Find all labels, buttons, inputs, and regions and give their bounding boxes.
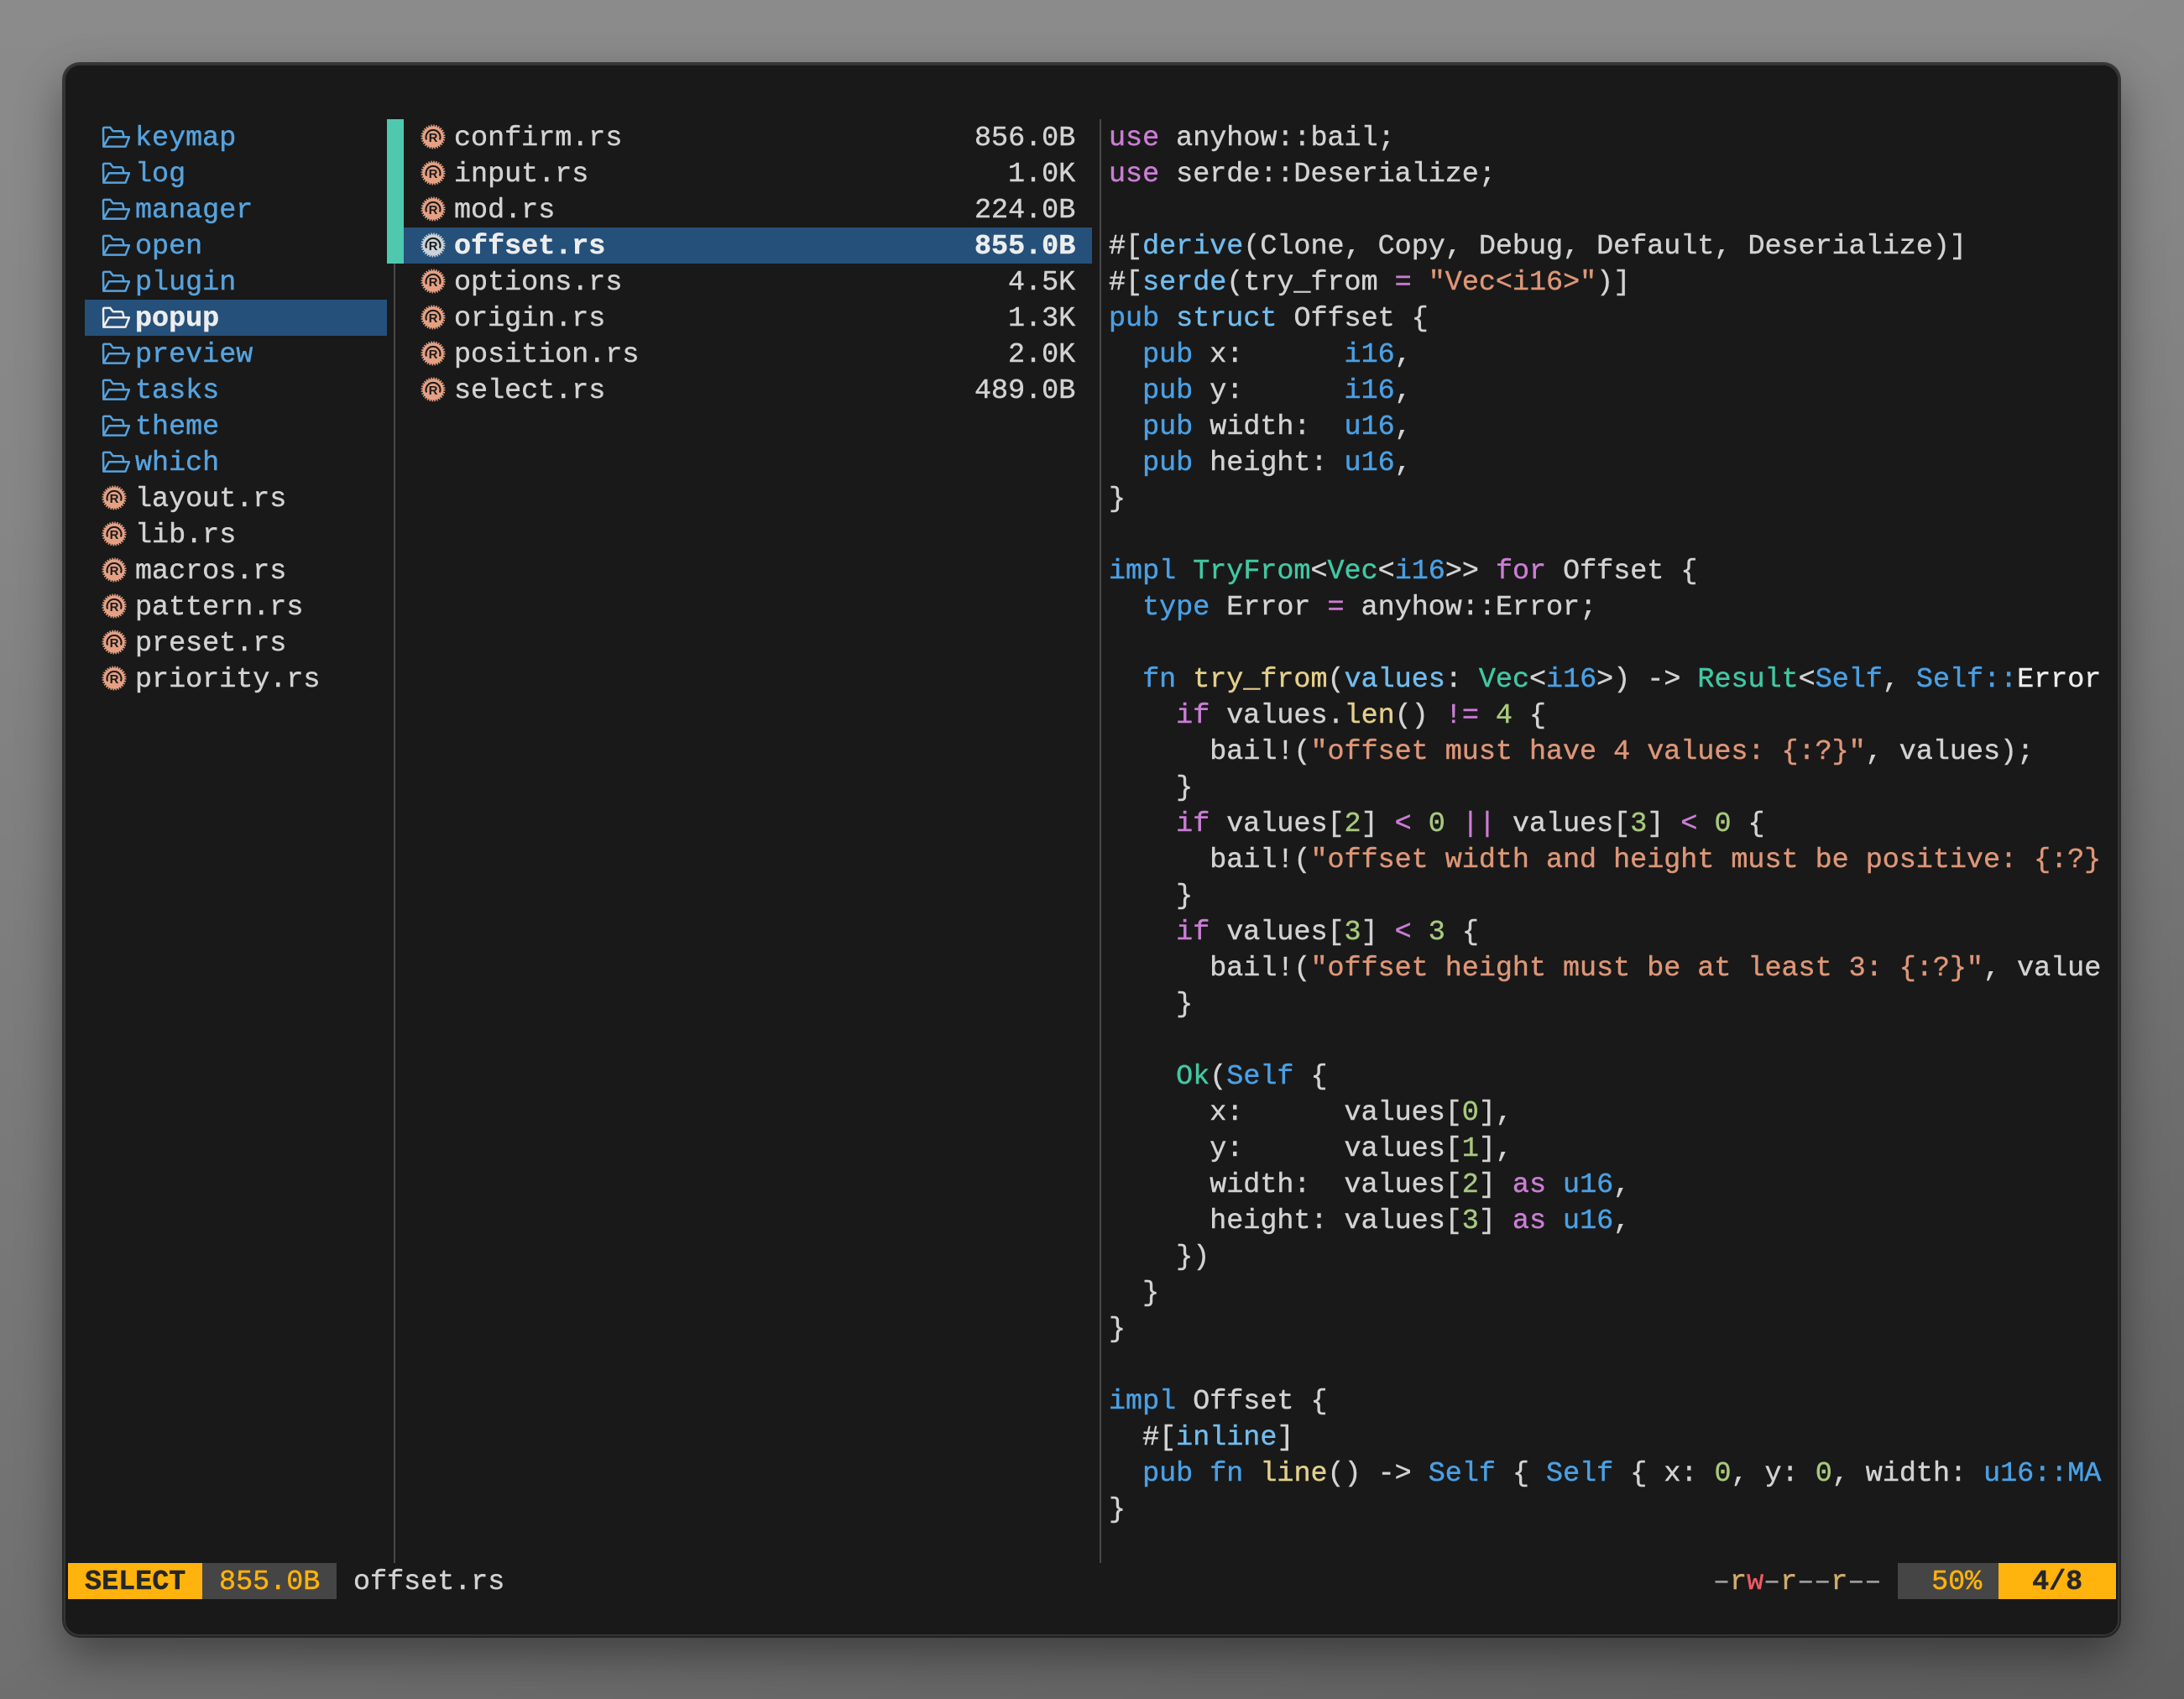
svg-text:R: R [429, 131, 438, 145]
svg-text:R: R [110, 600, 119, 614]
svg-text:R: R [110, 492, 119, 506]
svg-text:R: R [110, 564, 119, 578]
svg-text:R: R [110, 672, 119, 687]
svg-text:R: R [429, 203, 438, 217]
svg-text:R: R [429, 239, 438, 254]
svg-text:R: R [429, 275, 438, 290]
svg-text:R: R [110, 528, 119, 542]
svg-text:R: R [429, 348, 438, 362]
svg-text:R: R [429, 311, 438, 326]
svg-text:R: R [429, 384, 438, 398]
svg-text:R: R [429, 167, 438, 181]
svg-text:R: R [110, 636, 119, 651]
